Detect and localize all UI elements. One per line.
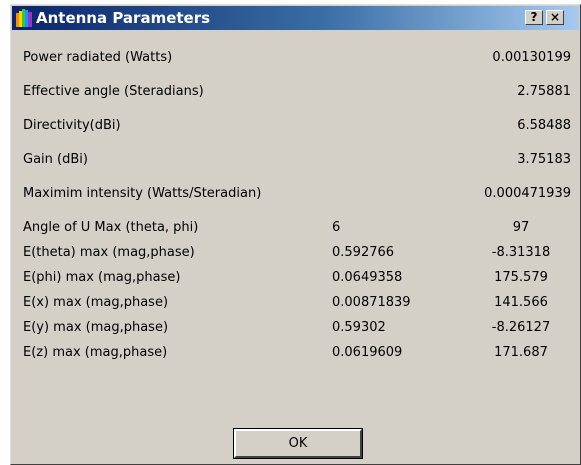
detail-phase: 141.566 [494, 295, 548, 310]
summary-row: Maximim intensity (Watts/Steradian) 0.00… [11, 184, 580, 204]
detail-mag: 6 [332, 220, 341, 235]
detail-row: Angle of U Max (theta, phi) 6 97 [11, 218, 580, 238]
detail-mag: 0.0619609 [332, 345, 403, 360]
close-icon: × [549, 10, 561, 24]
detail-row: E(phi) max (mag,phase) 0.0649358 175.579 [11, 268, 580, 288]
detail-label: E(phi) max (mag,phase) [23, 270, 181, 285]
summary-label: Effective angle (Steradians) [23, 84, 204, 99]
help-button[interactable]: ? [525, 10, 543, 25]
detail-mag: 0.0649358 [332, 270, 403, 285]
detail-label: E(z) max (mag,phase) [23, 345, 168, 360]
detail-row: E(y) max (mag,phase) 0.59302 -8.26127 [11, 318, 580, 338]
summary-row: Directivity(dBi) 6.58488 [11, 116, 580, 136]
detail-row: E(theta) max (mag,phase) 0.592766 -8.313… [11, 243, 580, 263]
summary-row: Gain (dBi) 3.75183 [11, 150, 580, 170]
summary-row: Power radiated (Watts) 0.00130199 [11, 48, 580, 68]
parameters-panel: Power radiated (Watts) 0.00130199 Effect… [11, 31, 580, 464]
summary-label: Power radiated (Watts) [23, 50, 173, 65]
detail-row: E(z) max (mag,phase) 0.0619609 171.687 [11, 343, 580, 363]
summary-row: Effective angle (Steradians) 2.75881 [11, 82, 580, 102]
summary-value: 0.00130199 [492, 50, 571, 65]
detail-phase: 171.687 [494, 345, 548, 360]
summary-label: Directivity(dBi) [23, 118, 121, 133]
detail-phase: 175.579 [494, 270, 548, 285]
detail-phase: -8.26127 [491, 320, 551, 335]
help-icon: ? [530, 10, 538, 24]
detail-phase: 97 [512, 220, 530, 235]
title-bar[interactable]: Antenna Parameters ? × [12, 6, 579, 30]
detail-mag: 0.00871839 [332, 295, 411, 310]
summary-value: 2.75881 [517, 84, 571, 99]
summary-label: Maximim intensity (Watts/Steradian) [23, 186, 262, 201]
detail-label: E(theta) max (mag,phase) [23, 245, 195, 260]
summary-value: 6.58488 [517, 118, 571, 133]
close-button[interactable]: × [546, 10, 564, 25]
summary-label: Gain (dBi) [23, 152, 88, 167]
app-icon [16, 9, 32, 27]
antenna-parameters-dialog: Antenna Parameters ? × Power radiated (W… [10, 4, 581, 465]
detail-label: Angle of U Max (theta, phi) [23, 220, 199, 235]
summary-value: 0.000471939 [484, 186, 571, 201]
detail-label: E(x) max (mag,phase) [23, 295, 169, 310]
ok-button[interactable]: OK [233, 428, 363, 459]
window-title: Antenna Parameters [36, 9, 211, 27]
detail-label: E(y) max (mag,phase) [23, 320, 169, 335]
summary-value: 3.75183 [517, 152, 571, 167]
detail-phase: -8.31318 [491, 245, 551, 260]
detail-mag: 0.592766 [332, 245, 395, 260]
detail-mag: 0.59302 [332, 320, 386, 335]
detail-row: E(x) max (mag,phase) 0.00871839 141.566 [11, 293, 580, 313]
